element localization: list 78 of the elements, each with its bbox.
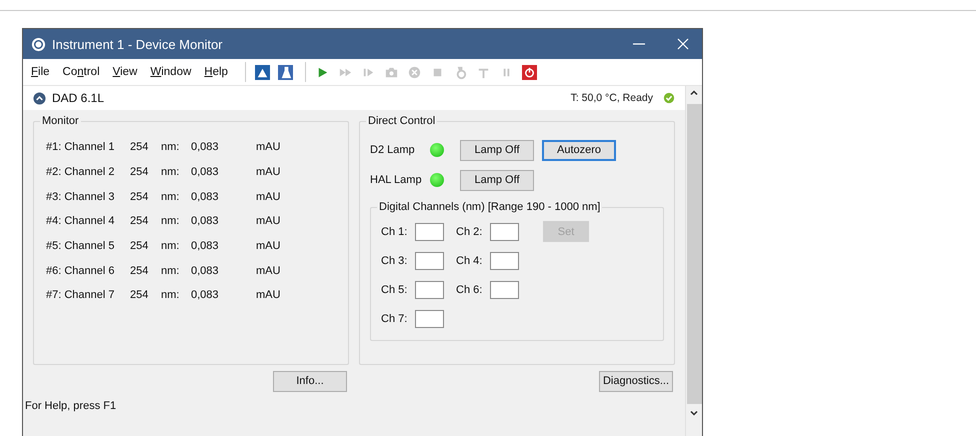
channel-label: Ch 4: <box>456 254 484 266</box>
absorbance-value: 0,083 <box>191 141 220 154</box>
unit-label: nm: <box>161 166 180 178</box>
menu-item[interactable]: File <box>31 66 50 78</box>
channel-label: Ch 6: <box>456 284 484 296</box>
window-title: Instrument 1 - Device Monitor <box>52 36 223 52</box>
collapse-icon[interactable] <box>33 92 46 104</box>
wavelength-field[interactable] <box>415 280 444 298</box>
unit-label: mAU <box>256 141 280 154</box>
channel-label: Ch 2: <box>456 226 484 238</box>
status-text: For Help, press F1 <box>25 400 116 412</box>
channel-name: #3: Channel 3 <box>46 190 116 203</box>
menu-item[interactable]: Window <box>150 66 192 78</box>
channel-label: Ch 1: <box>381 226 408 238</box>
info-button[interactable]: Info... <box>273 370 347 392</box>
lamp-off-button[interactable]: Lamp Off <box>460 170 534 190</box>
wavelength-field[interactable] <box>415 310 444 328</box>
channel-name: #4: Channel 4 <box>46 215 116 228</box>
channel-name: #7: Channel 7 <box>46 289 116 302</box>
wavelength-field[interactable] <box>490 222 519 240</box>
lamp-label: D2 Lamp <box>370 144 416 156</box>
app-logo-icon <box>31 36 46 52</box>
unit-label: mAU <box>256 190 280 203</box>
unit-label: mAU <box>256 166 280 178</box>
unit-label: nm: <box>161 141 180 154</box>
channel-name: #6: Channel 6 <box>46 264 116 277</box>
absorbance-value: 0,083 <box>191 215 220 228</box>
wavelength: 254 <box>130 190 150 203</box>
channel-label: Ch 5: <box>381 284 408 296</box>
diagnostics-button[interactable]: Diagnostics... <box>599 370 673 392</box>
absorbance-value: 0,083 <box>191 289 220 302</box>
absorbance-value: 0,083 <box>191 264 220 277</box>
device-status: T: 50,0 °C, Ready <box>570 92 653 104</box>
power-icon[interactable] <box>522 64 537 80</box>
absorbance-value: 0,083 <box>191 240 220 252</box>
wavelength-field[interactable] <box>490 280 519 298</box>
lamp-off-button[interactable]: Lamp Off <box>460 140 534 160</box>
scrollbar[interactable] <box>685 86 702 436</box>
menu-item[interactable]: Control <box>62 66 100 78</box>
unit-label: nm: <box>161 240 180 252</box>
unit-label: mAU <box>256 264 280 277</box>
wavelength-field[interactable] <box>490 252 519 270</box>
unit-label: nm: <box>161 264 180 277</box>
channel-name: #1: Channel 1 <box>46 141 116 154</box>
channel-name: #2: Channel 2 <box>46 166 116 178</box>
device-name: DAD 6.1L <box>52 91 104 105</box>
unit-label: nm: <box>161 190 180 203</box>
flask-icon[interactable] <box>278 64 293 80</box>
scroll-thumb[interactable] <box>686 104 702 404</box>
wavelength: 254 <box>130 141 150 154</box>
wavelength: 254 <box>130 264 150 277</box>
absorbance-value: 0,083 <box>191 166 220 178</box>
channel-label: Ch 3: <box>381 254 408 266</box>
wavelength: 254 <box>130 289 150 302</box>
wavelength: 254 <box>130 215 150 228</box>
channel-label: Ch 7: <box>381 312 408 324</box>
group-title: Monitor <box>41 115 80 127</box>
group-title: Digital Channels (nm) [Range 190 - 1000 nm] <box>378 201 602 213</box>
unit-label: nm: <box>161 215 180 228</box>
unit-label: mAU <box>256 240 280 252</box>
scroll-down-icon[interactable] <box>689 408 699 418</box>
menu-item[interactable]: Help <box>204 66 228 78</box>
menu-item[interactable]: View <box>112 66 138 78</box>
wavelength-field[interactable] <box>415 222 444 240</box>
lamp-label: HAL Lamp <box>370 174 423 186</box>
scroll-up-icon[interactable] <box>689 88 699 98</box>
wavelength: 254 <box>130 240 150 252</box>
unit-label: mAU <box>256 289 280 302</box>
wavelength: 254 <box>130 166 150 178</box>
group-title: Direct Control <box>367 115 436 127</box>
mountain-icon[interactable] <box>254 64 270 80</box>
unit-label: nm: <box>161 289 180 302</box>
autozero-button[interactable]: Autozero <box>542 140 616 160</box>
close-icon[interactable] <box>676 37 690 51</box>
unit-label: mAU <box>256 215 280 228</box>
wavelength-field[interactable] <box>415 252 444 270</box>
channel-name: #5: Channel 5 <box>46 240 116 252</box>
absorbance-value: 0,083 <box>191 190 220 203</box>
